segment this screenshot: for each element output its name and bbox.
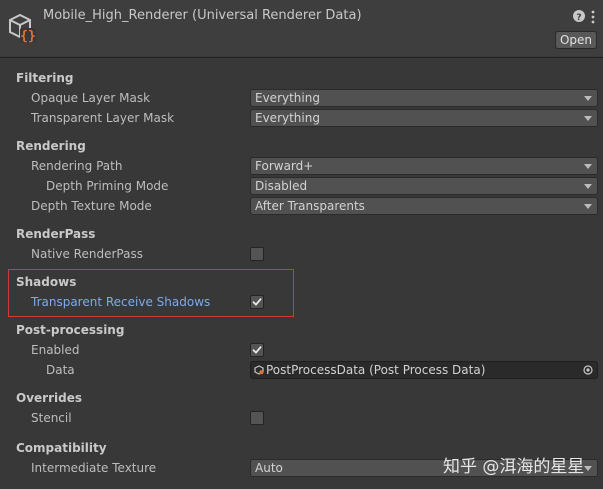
depth-texture-mode-dropdown[interactable]: After Transparents [250,197,598,215]
checkmark-icon [252,346,262,354]
transparent-receive-shadows-checkbox[interactable] [250,295,264,309]
post-process-data-value: PostProcessData (Post Process Data) [266,363,486,377]
post-process-data-label: Data [46,363,75,377]
section-title-compatibility: Compatibility [16,441,107,455]
post-process-data-object-field[interactable]: PostProcessData (Post Process Data) [250,361,598,379]
checkmark-icon [252,298,262,306]
section-title-post-processing: Post-processing [16,323,125,337]
open-button[interactable]: Open [555,31,597,49]
dropdown-arrow-icon [584,184,592,189]
post-process-data-asset-icon [254,365,264,375]
native-renderpass-label: Native RenderPass [31,247,143,261]
stencil-checkbox[interactable] [250,411,264,425]
opaque-layer-mask-value: Everything [255,91,320,105]
post-processing-enabled-checkbox[interactable] [250,343,264,357]
native-renderpass-checkbox[interactable] [250,247,264,261]
transparent-layer-mask-label: Transparent Layer Mask [31,111,175,125]
asset-title: Mobile_High_Renderer (Universal Renderer… [43,8,362,23]
transparent-layer-mask-dropdown[interactable]: Everything [250,109,598,127]
renderer-data-asset-icon: {} [9,13,36,44]
section-title-rendering: Rendering [16,139,86,153]
dropdown-arrow-icon [584,116,592,121]
rendering-path-label: Rendering Path [31,159,123,173]
dropdown-arrow-icon [584,164,592,169]
stencil-label: Stencil [31,411,72,425]
depth-priming-mode-value: Disabled [255,179,308,193]
transparent-layer-mask-value: Everything [255,111,320,125]
dropdown-arrow-icon [584,96,592,101]
rendering-path-value: Forward+ [255,159,314,173]
depth-texture-mode-value: After Transparents [255,199,365,213]
opaque-layer-mask-label: Opaque Layer Mask [31,91,151,105]
help-icon[interactable]: ? [573,10,585,22]
transparent-receive-shadows-label: Transparent Receive Shadows [31,295,211,309]
object-picker-icon[interactable] [583,365,593,375]
section-title-shadows: Shadows [16,275,77,289]
kebab-menu-icon[interactable] [590,10,596,24]
intermediate-texture-label: Intermediate Texture [31,461,157,475]
watermark: 知乎 @洱海的星星 [443,457,585,477]
opaque-layer-mask-dropdown[interactable]: Everything [250,89,598,107]
section-title-filtering: Filtering [16,71,74,85]
rendering-path-dropdown[interactable]: Forward+ [250,157,598,175]
section-title-overrides: Overrides [16,391,82,405]
header-divider [0,57,603,58]
post-processing-enabled-label: Enabled [31,343,80,357]
dropdown-arrow-icon [584,204,592,209]
depth-texture-mode-label: Depth Texture Mode [31,199,152,213]
intermediate-texture-value: Auto [255,461,283,475]
svg-text:{}: {} [20,29,36,44]
depth-priming-mode-dropdown[interactable]: Disabled [250,177,598,195]
section-title-renderpass: RenderPass [16,227,96,241]
dropdown-arrow-icon [584,466,592,471]
help-symbol: ? [576,13,581,22]
depth-priming-mode-label: Depth Priming Mode [46,179,169,193]
